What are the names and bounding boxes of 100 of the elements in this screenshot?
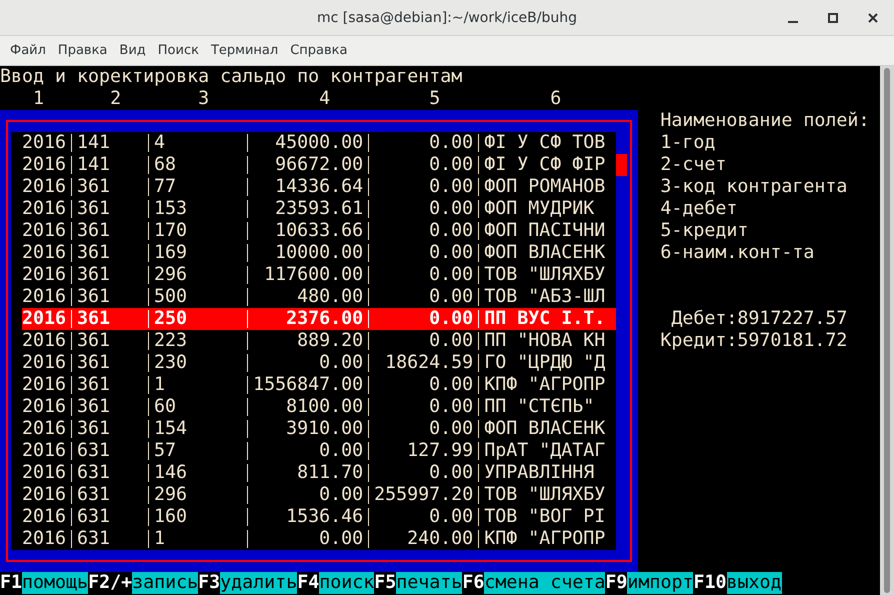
column-number: 6 — [550, 88, 562, 110]
code-cell-text: 169 — [154, 242, 188, 264]
name-cell: КПФ "АГРОПР — [484, 528, 606, 550]
table-row[interactable]: 2016 361 223 889.20 0.00 ПП "НОВА КН — [22, 330, 616, 352]
code-cell-text: 296 — [154, 484, 188, 506]
menu-item[interactable]: Поиск — [152, 43, 205, 58]
legend-item: 4-дебет — [660, 198, 738, 220]
debit-cell-text: 889.20 — [296, 330, 364, 352]
function-key[interactable]: F3 — [198, 572, 220, 594]
year-cell: 2016 — [22, 484, 66, 506]
menu-item[interactable]: Справка — [284, 43, 354, 58]
window-title: mc [sasa@debian]:~/work/iceB/buhg — [317, 10, 577, 26]
scrollbar[interactable] — [880, 66, 894, 595]
code-cell-text: 500 — [154, 286, 188, 308]
code-cell-text: 160 — [154, 506, 188, 528]
debit-cell-text: 14336.64 — [274, 176, 364, 198]
function-key[interactable]: F2/+ — [88, 572, 132, 594]
credit-cell-text: 0.00 — [428, 176, 474, 198]
table-row[interactable]: 2016 361 170 10633.66 0.00 ФОП ПАСІЧНИ — [22, 220, 616, 242]
name-cell: ТОВ "ШЛЯХБУ — [484, 264, 606, 286]
table-row[interactable]: 2016 361 60 8100.00 0.00 ПП "СТЄПЬ" — [22, 396, 616, 418]
debit-cell-text: 96672.00 — [274, 154, 364, 176]
table-row[interactable]: 2016 361 77 14336.64 0.00 ФОП РОМАНОВ — [22, 176, 616, 198]
table-row[interactable]: 2016 361 230 0.00 18624.59 ГО "ЦРДЮ "Д — [22, 352, 616, 374]
function-key[interactable]: F4 — [297, 572, 320, 594]
name-cell-text: ПП "СТЄПЬ" — [484, 396, 596, 418]
table-row[interactable]: 2016 361 250 2376.00 0.00 ПП ВУС І.Т. — [22, 308, 616, 330]
maximize-icon[interactable] — [826, 11, 840, 25]
function-key[interactable]: F5 — [374, 572, 396, 594]
credit-cell-text: 0.00 — [428, 462, 474, 484]
year-cell: 2016 — [22, 154, 66, 176]
credit-cell-text: 0.00 — [428, 132, 474, 154]
debit-cell-text: 811.70 — [296, 462, 364, 484]
menu-item[interactable]: Вид — [113, 43, 152, 58]
table-row[interactable]: 2016 361 154 3910.00 0.00 ФОП ВЛАСЕНК — [22, 418, 616, 440]
table-row[interactable]: 2016 361 169 10000.00 0.00 ФОП ВЛАСЕНК — [22, 242, 616, 264]
credit-cell-text: 0.00 — [428, 198, 474, 220]
debit-cell-text: 0.00 — [318, 352, 364, 374]
column-number: 2 — [110, 88, 122, 110]
table-row[interactable]: 2016 631 146 811.70 0.00 УПРАВЛІННЯ — [22, 462, 616, 484]
debit-cell-text: 3910.00 — [285, 418, 364, 440]
menu-item[interactable]: Правка — [52, 43, 114, 58]
function-label[interactable]: печать — [396, 572, 462, 594]
menu-item[interactable]: Файл — [4, 43, 52, 58]
menu-item[interactable]: Терминал — [204, 43, 284, 58]
close-icon[interactable] — [866, 11, 880, 25]
function-label[interactable]: удалить — [220, 572, 298, 594]
function-label[interactable]: помощь — [22, 572, 88, 594]
account-cell-text: 631 — [77, 440, 112, 462]
table-row[interactable]: 2016 361 296 117600.00 0.00 ТОВ "ШЛЯХБУ — [22, 264, 616, 286]
name-cell: ФОП ВЛАСЕНК — [484, 242, 606, 264]
table-row[interactable]: 2016 361 1 1556847.00 0.00 КПФ "АГРОПР — [22, 374, 616, 396]
credit-cell: 255997.20 — [374, 484, 474, 506]
debit-cell-text: 2376.00 — [285, 308, 364, 330]
name-cell: ПП ВУС І.Т. — [484, 308, 606, 330]
year-cell: 2016 — [22, 220, 66, 242]
account-cell-text: 361 — [77, 308, 112, 330]
table-row[interactable]: 2016 361 153 23593.61 0.00 ФОП МУДРИК — [22, 198, 616, 220]
account-cell-text: 361 — [77, 264, 112, 286]
name-cell: ФОП ВЛАСЕНК — [484, 418, 606, 440]
credit-cell-text: 0.00 — [428, 242, 474, 264]
debit-cell-text: 8100.00 — [285, 396, 364, 418]
column-number: 3 — [198, 88, 210, 110]
function-key[interactable]: F6 — [462, 572, 484, 594]
year-cell: 2016 — [22, 330, 66, 352]
year-cell: 2016 — [22, 242, 66, 264]
debit-cell-text: 45000.00 — [274, 132, 364, 154]
account-cell-text: 631 — [77, 528, 112, 550]
account-cell-text: 141 — [77, 154, 112, 176]
function-label[interactable]: смена счета — [484, 572, 606, 594]
function-key[interactable]: F1 — [0, 572, 22, 594]
table-row[interactable]: 2016 141 68 96672.00 0.00 ФІ У СФ ФІР — [22, 154, 616, 176]
function-label[interactable]: запись — [132, 572, 198, 594]
table-row[interactable]: 2016 631 296 0.00 255997.20 ТОВ "ШЛЯХБУ — [22, 484, 616, 506]
account-cell-text: 361 — [77, 396, 112, 418]
function-label[interactable]: импорт — [627, 572, 694, 594]
function-label[interactable]: выход — [726, 572, 782, 594]
table-row[interactable]: 2016 631 160 1536.46 0.00 ТОВ "ВОГ РІ — [22, 506, 616, 528]
credit-cell-text: 0.00 — [428, 154, 474, 176]
account-cell-text: 361 — [77, 330, 112, 352]
table-row[interactable]: 2016 361 500 480.00 0.00 ТОВ "АБЗ-ШЛ — [22, 286, 616, 308]
credit-cell-text: 0.00 — [428, 308, 474, 330]
screen-title: Ввод и коректировка сальдо по контрагентам — [0, 66, 462, 88]
scrollbar-thumb[interactable] — [884, 68, 890, 593]
name-cell: ФОП РОМАНОВ — [484, 176, 606, 198]
year-cell: 2016 — [22, 264, 66, 286]
year-cell: 2016 — [22, 462, 66, 484]
function-label[interactable]: поиск — [319, 572, 374, 594]
debit-cell-text: 0.00 — [318, 440, 364, 462]
function-key[interactable]: F9 — [605, 572, 628, 594]
table-row[interactable]: 2016 631 57 0.00 127.99 ПрАТ "ДАТАГ — [22, 440, 616, 462]
credit-cell-text: 0.00 — [428, 418, 474, 440]
table-row[interactable]: 2016 631 1 0.00 240.00 КПФ "АГРОПР — [22, 528, 616, 550]
year-cell: 2016 — [22, 440, 66, 462]
table-row[interactable]: 2016 141 4 45000.00 0.00 ФІ У СФ ТОВ — [22, 132, 616, 154]
debit-cell-text: 117600.00 — [263, 264, 364, 286]
function-key[interactable]: F10 — [693, 572, 726, 594]
legend-item: 1-год — [660, 132, 716, 154]
account-cell-text: 361 — [77, 374, 112, 396]
year-cell: 2016 — [22, 132, 66, 154]
